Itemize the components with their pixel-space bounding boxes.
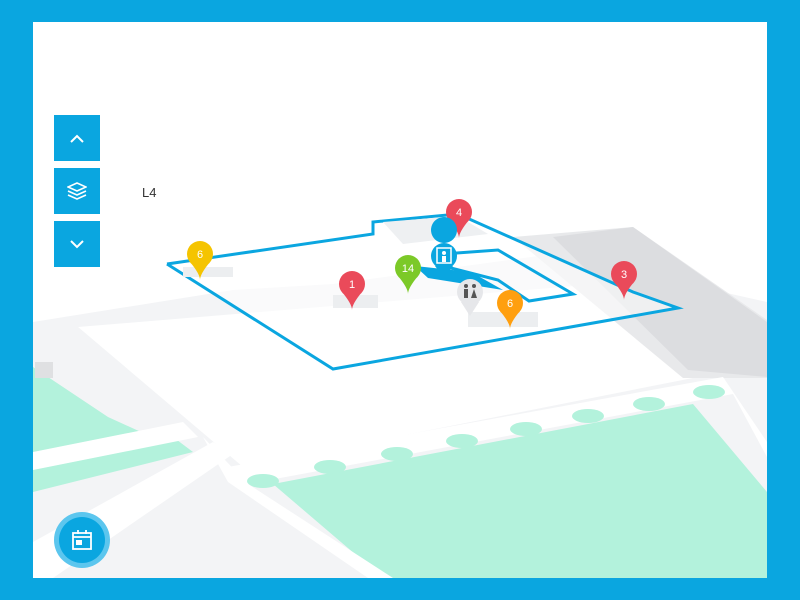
marker-count: 1 <box>349 279 355 291</box>
chevron-down-icon <box>70 239 84 248</box>
marker-count: 14 <box>402 263 414 275</box>
floor-map[interactable]: 4 6 14 1 6 3 <box>33 22 767 578</box>
floor-down-button[interactable] <box>54 221 100 267</box>
calendar-button[interactable] <box>54 512 110 568</box>
building-block <box>35 362 53 378</box>
marker-count: 6 <box>507 298 513 310</box>
floor-up-button[interactable] <box>54 115 100 161</box>
room-shade <box>183 267 233 277</box>
floor-level-label: L4 <box>142 185 157 200</box>
marker-count: 4 <box>456 207 462 219</box>
map-viewport[interactable]: 4 6 14 1 6 3 L4 <box>33 22 767 578</box>
calendar-icon <box>72 530 92 550</box>
marker-count: 3 <box>621 269 627 281</box>
layers-icon <box>67 182 87 200</box>
marker-count: 6 <box>197 249 203 261</box>
chevron-up-icon <box>70 134 84 143</box>
layers-button[interactable] <box>54 168 100 214</box>
